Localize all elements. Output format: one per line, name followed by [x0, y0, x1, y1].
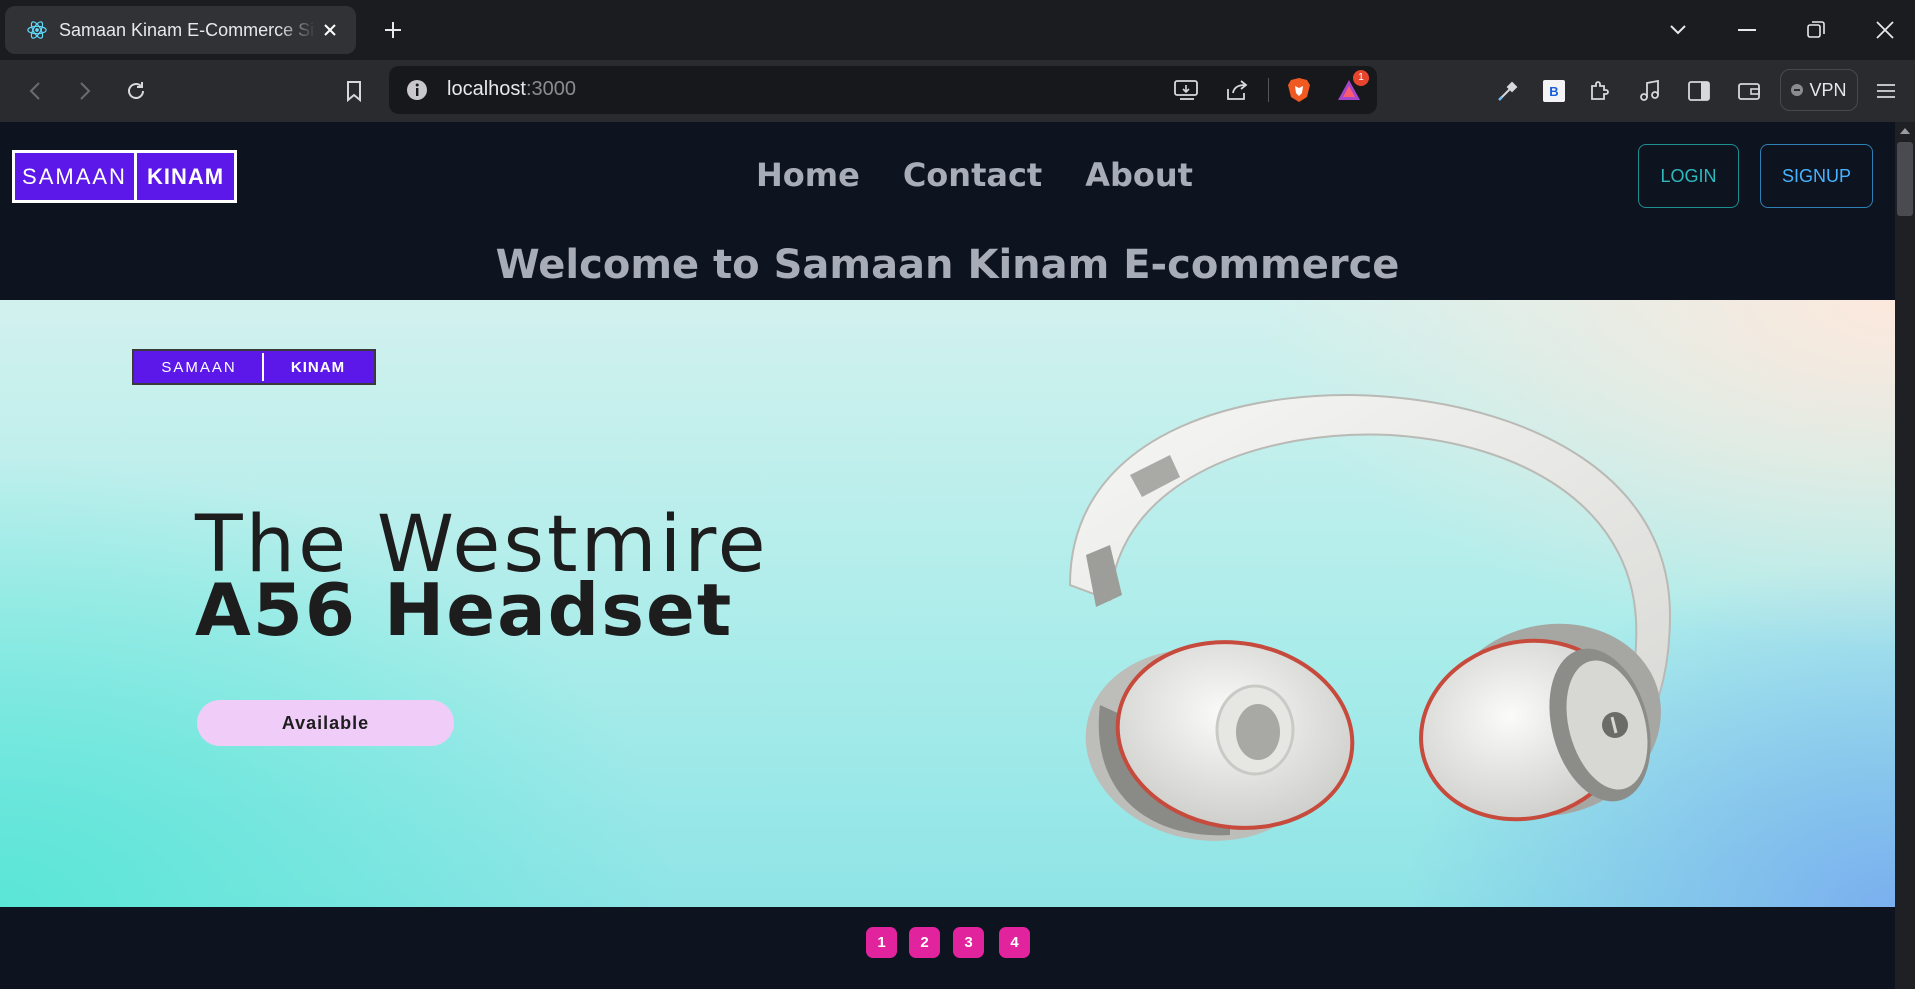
- notification-badge: 1: [1353, 70, 1369, 86]
- react-icon: [25, 18, 49, 42]
- banner-logo-text-samaan: SAMAAN: [136, 353, 264, 381]
- scrollbar-thumb[interactable]: [1897, 142, 1913, 216]
- signup-button[interactable]: SIGNUP: [1760, 144, 1873, 208]
- brave-shields-icon[interactable]: [1283, 74, 1315, 106]
- reload-icon[interactable]: [118, 73, 154, 109]
- headphones-image: [1068, 394, 1672, 841]
- menu-hamburger-icon[interactable]: [1868, 73, 1904, 109]
- url-text: localhost:3000: [447, 78, 576, 100]
- minimize-icon[interactable]: [1727, 10, 1767, 50]
- tab-search-chevron-icon[interactable]: [1658, 10, 1698, 50]
- toolbar-divider: [1268, 78, 1269, 102]
- browser-titlebar: Samaan Kinam E-Commerce Site: [0, 0, 1915, 60]
- login-button[interactable]: LOGIN: [1638, 144, 1739, 208]
- banner-logo: SAMAAN KINAM: [132, 349, 376, 385]
- scroll-up-arrow-icon[interactable]: [1900, 128, 1910, 134]
- bitwarden-extension-icon[interactable]: B: [1536, 73, 1572, 109]
- page-button-2[interactable]: 2: [909, 927, 940, 958]
- extensions-puzzle-icon[interactable]: [1582, 73, 1618, 109]
- page-scrollbar[interactable]: [1895, 122, 1915, 989]
- logo-text-samaan: SAMAAN: [15, 153, 137, 200]
- page-viewport: SAMAAN KINAM Home Contact About LOGIN SI…: [0, 122, 1895, 989]
- nav-about-link[interactable]: About: [1085, 156, 1193, 194]
- banner-logo-text-kinam: KINAM: [290, 358, 346, 376]
- restore-icon[interactable]: [1796, 10, 1836, 50]
- cast-install-icon[interactable]: [1171, 74, 1203, 106]
- vpn-label: VPN: [1809, 79, 1847, 100]
- sidebar-toggle-icon[interactable]: [1681, 73, 1717, 109]
- page-button-1[interactable]: 1: [866, 927, 897, 958]
- back-icon[interactable]: [17, 73, 53, 109]
- tab-title: Samaan Kinam E-Commerce Site: [59, 19, 316, 40]
- available-button[interactable]: Available: [197, 700, 454, 746]
- logo-text-kinam: KINAM: [146, 163, 225, 189]
- welcome-heading: Welcome to Samaan Kinam E-commerce: [495, 242, 1400, 288]
- slider-pagination: 1 2 3 4: [866, 927, 1030, 958]
- browser-tab[interactable]: Samaan Kinam E-Commerce Site: [5, 6, 356, 54]
- nav-contact-link[interactable]: Contact: [903, 156, 1042, 194]
- close-window-icon[interactable]: [1865, 10, 1905, 50]
- site-info-icon[interactable]: [405, 78, 429, 102]
- media-music-icon[interactable]: [1632, 73, 1668, 109]
- banner-headline-line2: A56 Headset: [195, 568, 734, 652]
- bookmark-icon[interactable]: [336, 73, 372, 109]
- vpn-button[interactable]: VPN: [1780, 69, 1858, 111]
- address-bar[interactable]: localhost:3000 1: [389, 66, 1377, 114]
- browser-toolbar: localhost:3000 1 B VPN: [0, 60, 1915, 122]
- close-tab-icon[interactable]: [316, 16, 344, 44]
- share-icon[interactable]: [1221, 74, 1253, 106]
- nav-home-link[interactable]: Home: [756, 156, 860, 194]
- page-button-3[interactable]: 3: [953, 927, 984, 958]
- wallet-icon[interactable]: [1731, 73, 1767, 109]
- site-logo[interactable]: SAMAAN KINAM: [12, 150, 237, 203]
- eyedropper-icon[interactable]: [1490, 73, 1526, 109]
- page-button-4[interactable]: 4: [999, 927, 1030, 958]
- forward-icon[interactable]: [67, 73, 103, 109]
- new-tab-icon[interactable]: [376, 13, 410, 47]
- vpn-status-icon: [1791, 84, 1804, 96]
- main-nav: Home Contact About: [756, 156, 1193, 194]
- hero-banner-slide: SAMAAN KINAM The Westmire A56 Headset Av…: [0, 300, 1895, 907]
- brave-rewards-icon[interactable]: 1: [1333, 70, 1369, 106]
